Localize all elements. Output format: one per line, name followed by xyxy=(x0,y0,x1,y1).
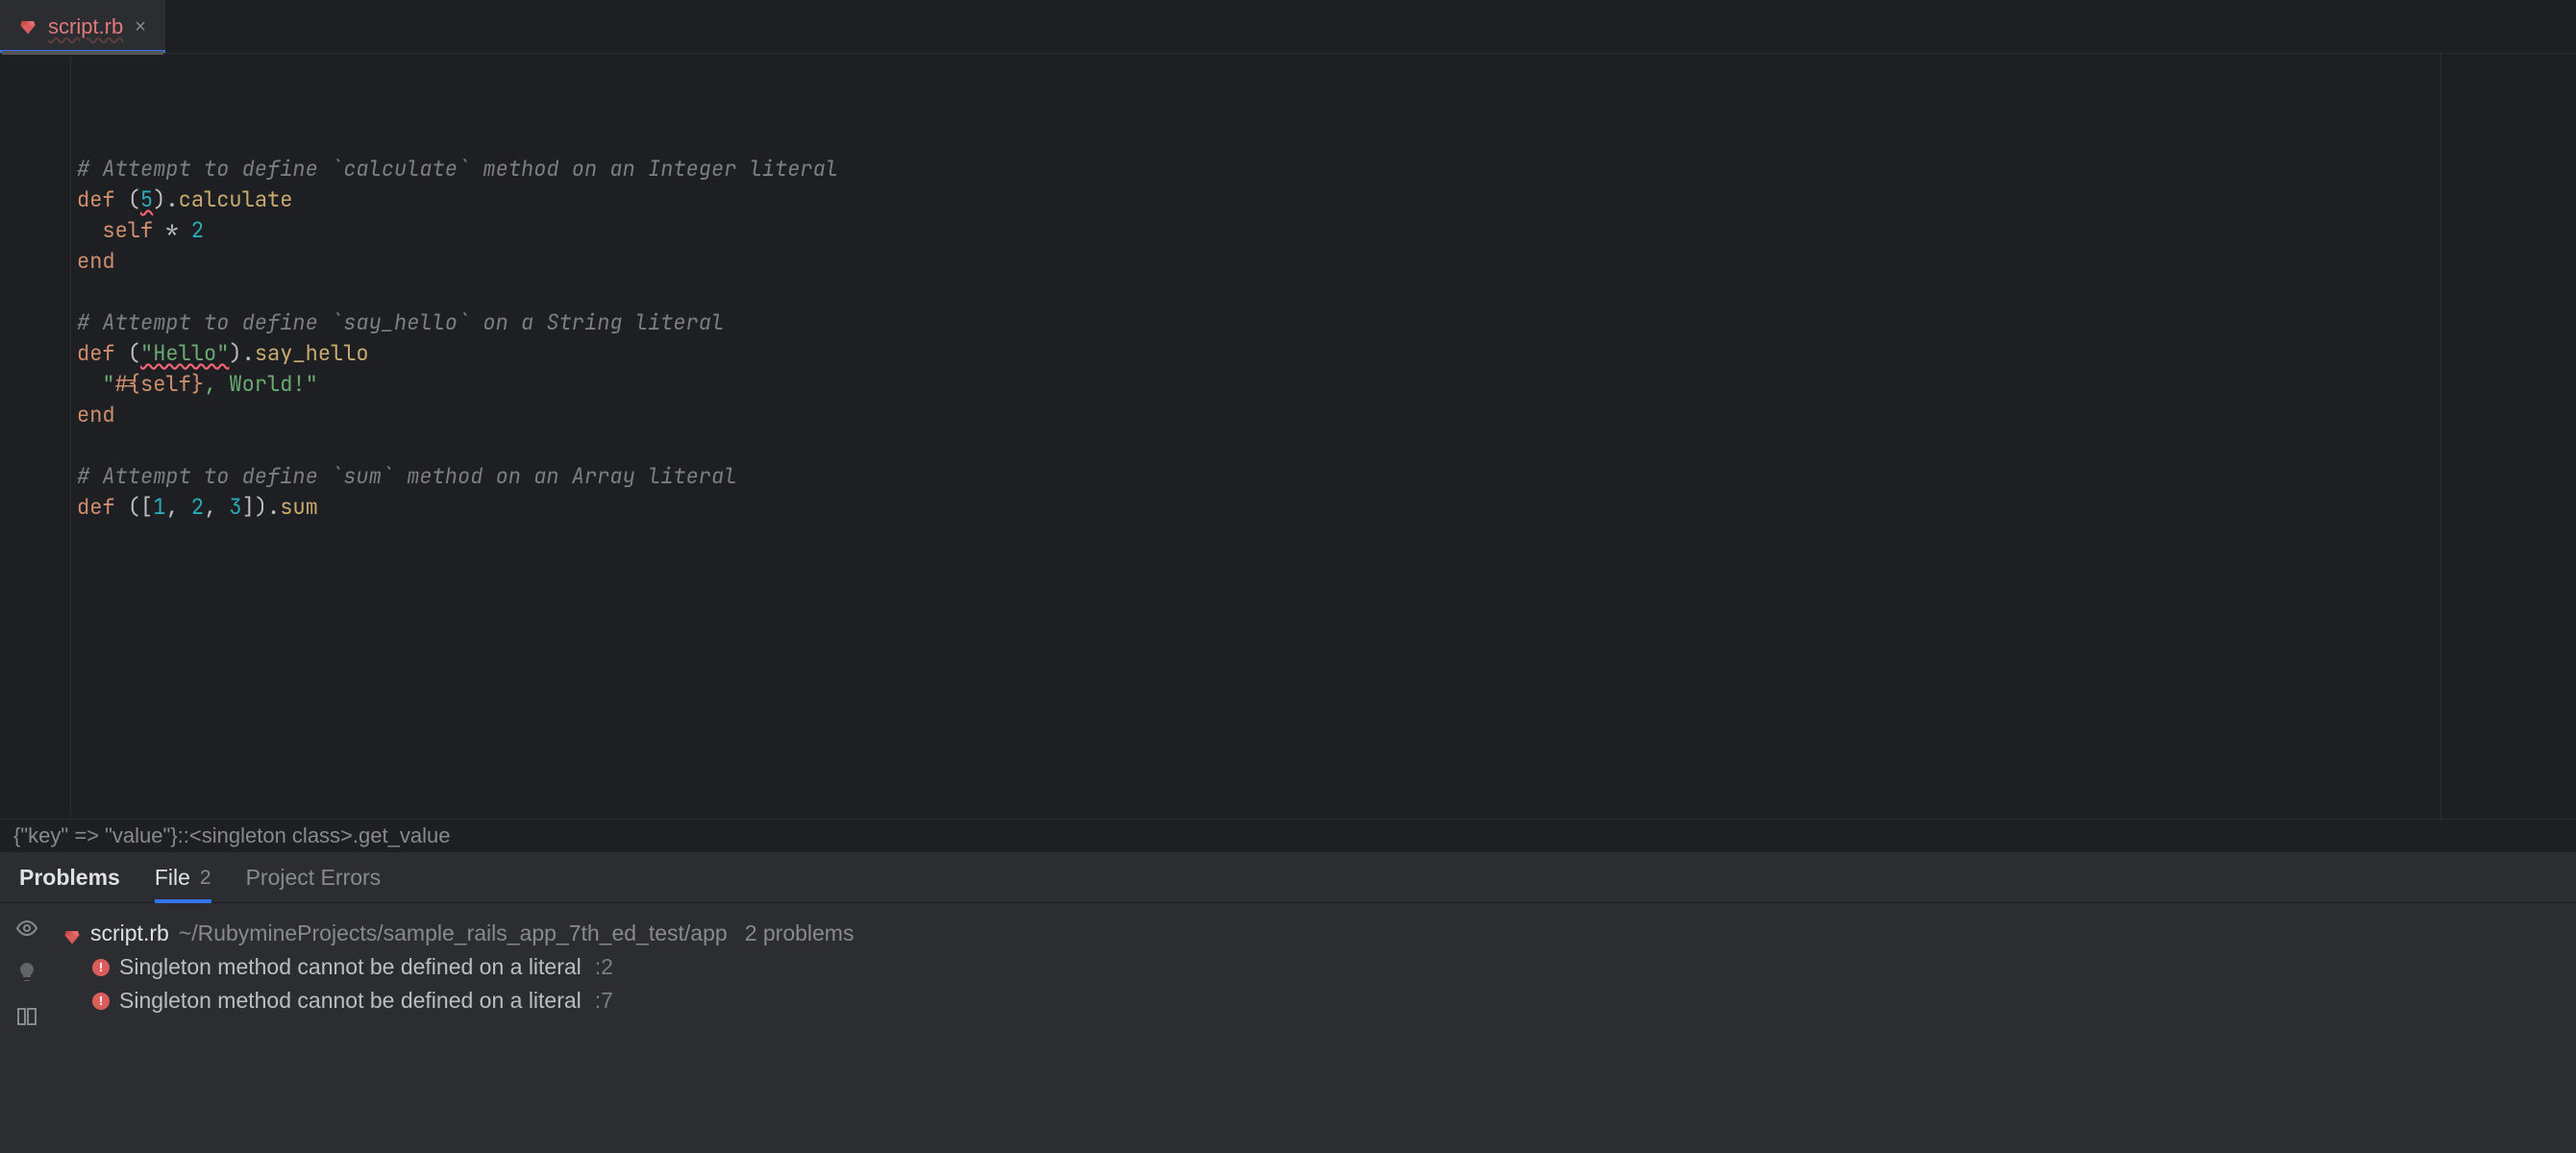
code-line: "#{self}, World!" xyxy=(71,369,2576,400)
ruby-icon xyxy=(63,925,81,943)
problem-location: :7 xyxy=(595,988,613,1014)
code-line: # Attempt to define `say_hello` on a Str… xyxy=(71,307,2576,338)
code-line: def ([1, 2, 3]).sum xyxy=(71,492,2576,523)
problems-file-path: ~/RubymineProjects/sample_rails_app_7th_… xyxy=(179,920,728,946)
bulb-icon[interactable] xyxy=(15,961,38,984)
code-line: end xyxy=(71,400,2576,430)
code-line: self * 2 xyxy=(71,215,2576,246)
problems-heading: Problems xyxy=(19,853,120,902)
code-line: def (5).calculate xyxy=(71,184,2576,215)
editor-tab-script[interactable]: script.rb × xyxy=(0,0,166,53)
ruby-icon xyxy=(19,18,37,36)
problems-file-summary: 2 problems xyxy=(745,920,855,946)
tab-file[interactable]: File 2 xyxy=(155,853,211,902)
problem-location: :2 xyxy=(595,954,613,980)
breadcrumb[interactable]: {"key" => "value"}::<singleton class>.ge… xyxy=(0,819,2576,853)
problem-message: Singleton method cannot be defined on a … xyxy=(119,988,582,1014)
problem-row[interactable]: ! Singleton method cannot be defined on a… xyxy=(63,984,2566,1018)
problems-panel: script.rb ~/RubymineProjects/sample_rail… xyxy=(0,903,2576,1153)
code-line xyxy=(71,277,2576,307)
breadcrumb-text: {"key" => "value"}::<singleton class>.ge… xyxy=(13,823,450,848)
problems-sidebar xyxy=(0,903,54,1153)
problems-tabbar: Problems File 2 Project Errors xyxy=(0,853,2576,903)
editor-split-line xyxy=(2440,54,2441,819)
code-line xyxy=(71,430,2576,461)
editor-gutter xyxy=(0,54,71,819)
error-icon: ! xyxy=(92,959,110,976)
editor[interactable]: # Attempt to define `calculate` method o… xyxy=(0,54,2576,819)
editor-tab-bar: script.rb × xyxy=(0,0,2576,54)
problem-message: Singleton method cannot be defined on a … xyxy=(119,954,582,980)
code-line: def ("Hello").say_hello xyxy=(71,338,2576,369)
tab-filename: script.rb xyxy=(48,14,123,39)
problem-row[interactable]: ! Singleton method cannot be defined on a… xyxy=(63,950,2566,984)
tab-project-errors[interactable]: Project Errors xyxy=(246,853,382,902)
tab-file-label: File xyxy=(155,865,190,891)
problems-file-name: script.rb xyxy=(90,920,169,946)
code-line: # Attempt to define `sum` method on an A… xyxy=(71,461,2576,492)
tab-project-errors-label: Project Errors xyxy=(246,865,382,891)
code-area[interactable]: # Attempt to define `calculate` method o… xyxy=(71,54,2576,819)
code-line: # Attempt to define `calculate` method o… xyxy=(71,154,2576,184)
tab-file-count: 2 xyxy=(200,867,211,890)
eye-icon[interactable] xyxy=(15,917,38,940)
error-icon: ! xyxy=(92,993,110,1010)
close-icon[interactable]: × xyxy=(135,17,146,37)
problems-heading-label: Problems xyxy=(19,865,120,891)
problems-content: script.rb ~/RubymineProjects/sample_rail… xyxy=(54,903,2576,1153)
problems-file-row[interactable]: script.rb ~/RubymineProjects/sample_rail… xyxy=(63,917,2566,950)
code-line: end xyxy=(71,246,2576,277)
layout-icon[interactable] xyxy=(15,1005,38,1028)
